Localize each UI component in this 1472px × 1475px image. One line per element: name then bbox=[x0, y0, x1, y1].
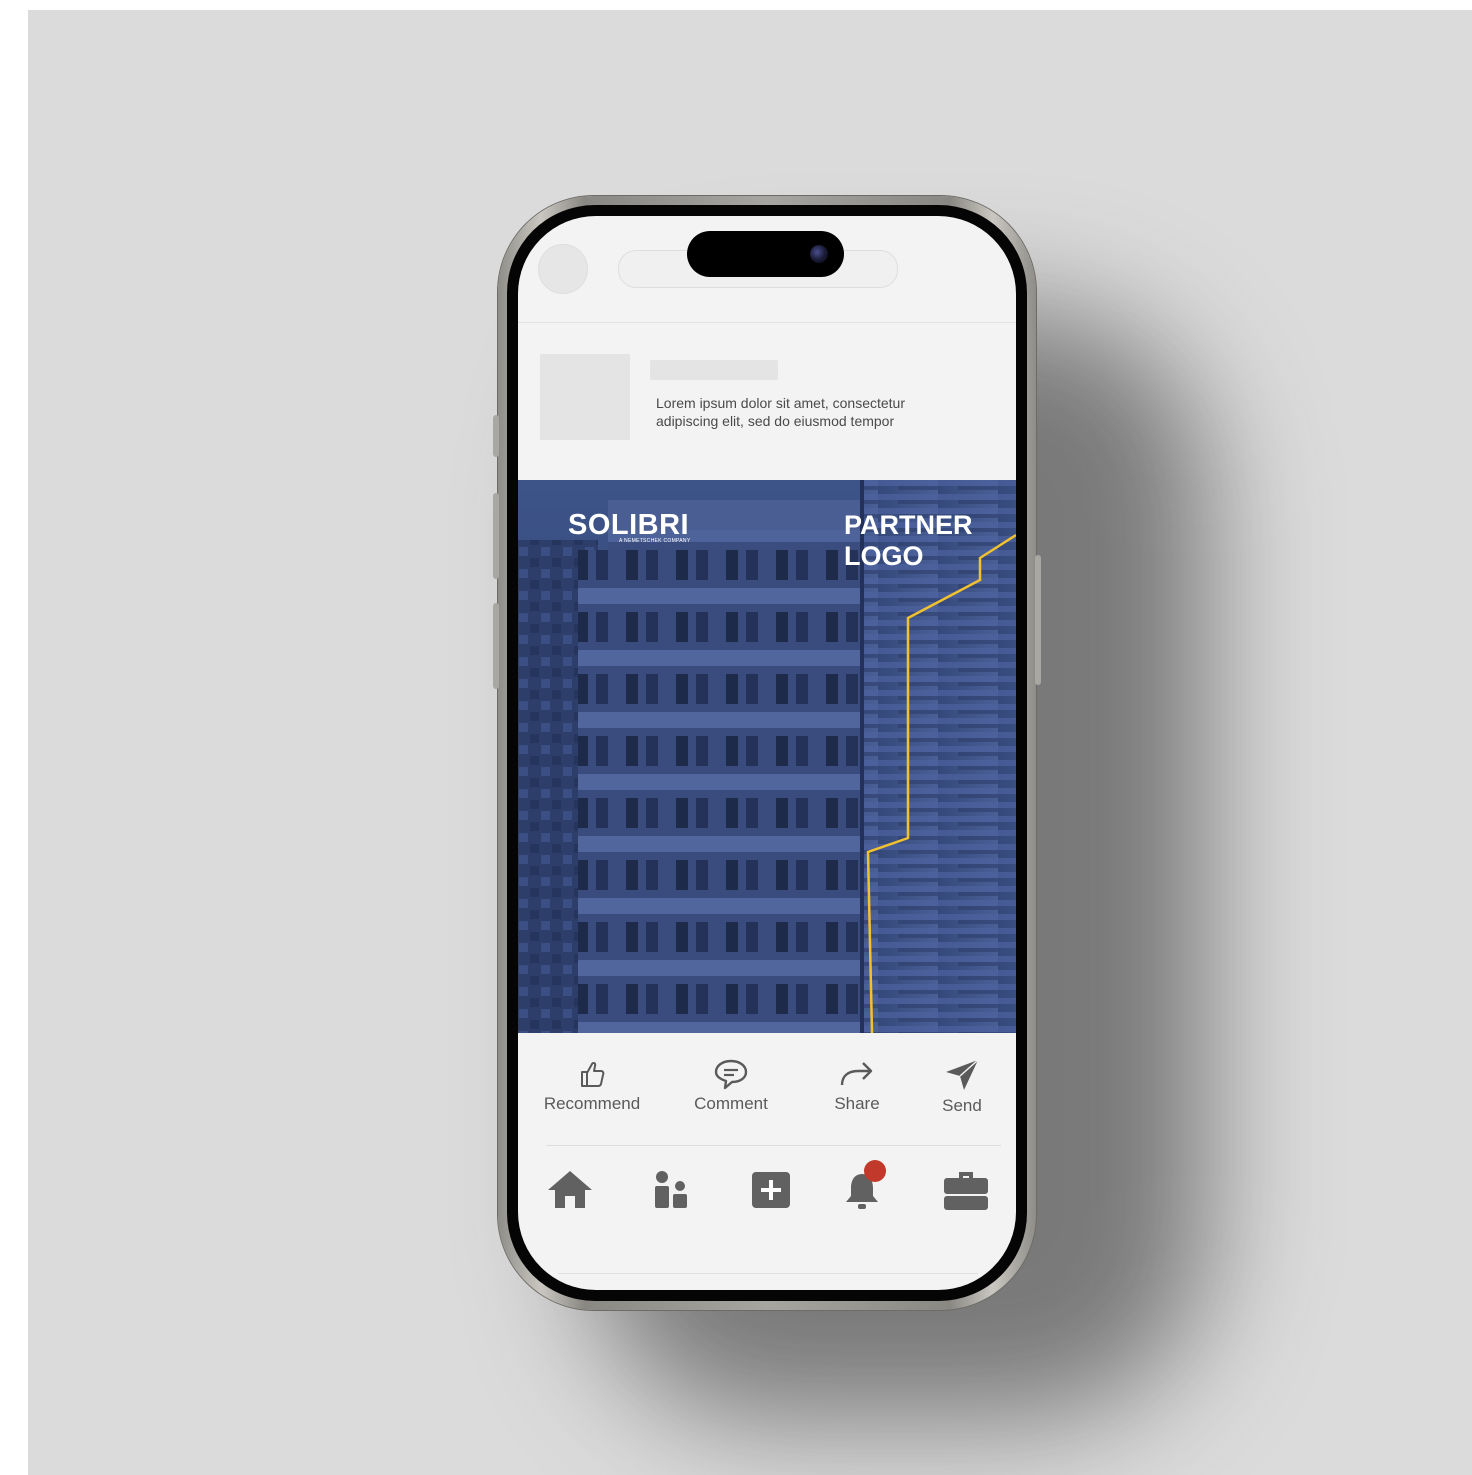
nav-post[interactable] bbox=[751, 1168, 791, 1210]
send-button[interactable]: Send bbox=[932, 1058, 992, 1116]
solibri-tagline: A NEMETSCHEK COMPANY bbox=[619, 538, 691, 544]
thumbs-up-icon bbox=[581, 1061, 605, 1087]
camera-icon bbox=[810, 245, 828, 263]
partner-logo-placeholder: PARTNER LOGO bbox=[844, 510, 1004, 572]
home-indicator-line bbox=[558, 1273, 978, 1274]
jobs-briefcase-icon bbox=[944, 1172, 988, 1210]
comment-button[interactable]: Comment bbox=[686, 1058, 776, 1114]
notification-badge bbox=[864, 1160, 886, 1182]
network-icon bbox=[655, 1171, 687, 1208]
nav-divider bbox=[546, 1145, 1001, 1146]
post-plus-icon bbox=[752, 1172, 790, 1208]
nav-home[interactable] bbox=[546, 1168, 594, 1210]
post-text-line: adipiscing elit, sed do eiusmod tempor bbox=[656, 413, 895, 429]
share-label: Share bbox=[834, 1094, 880, 1113]
share-arrow-icon bbox=[840, 1062, 873, 1086]
partner-logo-line: LOGO bbox=[844, 541, 924, 571]
action-button bbox=[493, 415, 499, 457]
send-icon bbox=[946, 1059, 979, 1090]
post-actions: Recommend Comment Share Send bbox=[518, 1058, 1016, 1128]
post-text: Lorem ipsum dolor sit amet, consectetur … bbox=[656, 394, 956, 430]
partner-logo-line: PARTNER bbox=[844, 510, 973, 540]
post-image[interactable]: SOLIBRI A NEMETSCHEK COMPANY PARTNER LOG… bbox=[518, 480, 1016, 1033]
home-icon bbox=[548, 1171, 592, 1208]
comment-label: Comment bbox=[694, 1094, 768, 1113]
nav-network[interactable] bbox=[652, 1168, 692, 1210]
send-label: Send bbox=[942, 1096, 982, 1115]
volume-up-button bbox=[493, 493, 499, 579]
volume-down-button bbox=[493, 603, 499, 689]
nav-notifications[interactable] bbox=[842, 1160, 886, 1214]
post-text-line: Lorem ipsum dolor sit amet, consectetur bbox=[656, 395, 905, 411]
share-button[interactable]: Share bbox=[822, 1058, 892, 1114]
post-author-name-placeholder bbox=[650, 360, 778, 380]
solibri-logo: SOLIBRI bbox=[568, 509, 690, 541]
recommend-button[interactable]: Recommend bbox=[544, 1058, 640, 1114]
post-author-avatar[interactable] bbox=[540, 354, 630, 440]
profile-avatar[interactable] bbox=[538, 244, 588, 294]
power-button bbox=[1035, 555, 1041, 685]
phone-screen: Lorem ipsum dolor sit amet, consectetur … bbox=[518, 216, 1016, 1290]
header-divider bbox=[518, 322, 1016, 323]
nav-jobs[interactable] bbox=[942, 1168, 990, 1212]
recommend-label: Recommend bbox=[543, 1094, 641, 1113]
bottom-nav bbox=[518, 1160, 1016, 1228]
dynamic-island bbox=[687, 231, 844, 277]
comment-icon bbox=[714, 1059, 748, 1090]
